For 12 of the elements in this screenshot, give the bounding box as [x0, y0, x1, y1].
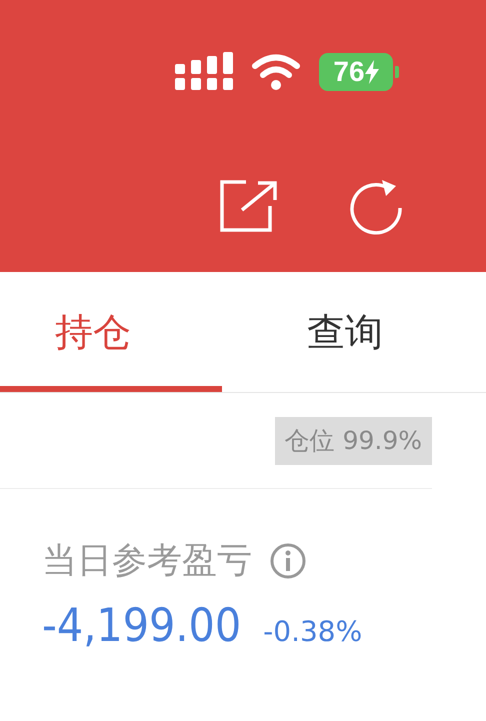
info-icon[interactable]	[270, 542, 306, 578]
daily-pnl-percent: -0.38%	[263, 615, 362, 648]
daily-pnl-label: 当日参考盈亏	[42, 540, 252, 583]
position-ratio-badge: 仓位 99.9%	[274, 417, 432, 465]
refresh-icon[interactable]	[348, 180, 404, 236]
share-icon[interactable]	[220, 180, 278, 232]
wifi-icon	[251, 53, 301, 91]
battery-level: 76	[333, 56, 365, 88]
tab[interactable]: 查询	[222, 272, 486, 392]
daily-pnl-value: -4,199.00	[42, 598, 242, 652]
tab[interactable]: 持仓	[0, 272, 222, 392]
signal-icon	[175, 52, 233, 92]
